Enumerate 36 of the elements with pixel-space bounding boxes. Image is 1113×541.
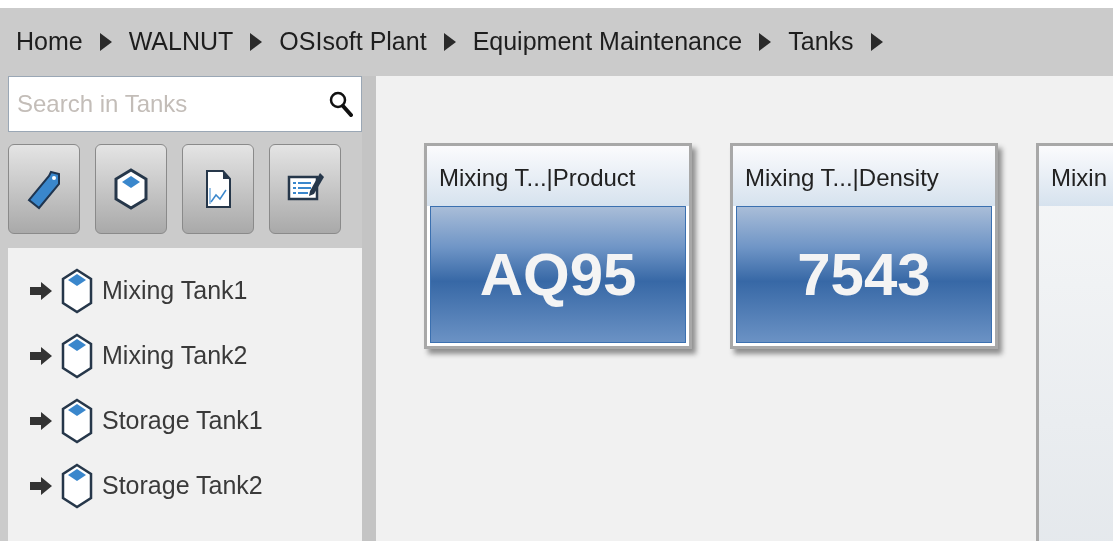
tree-item-label[interactable]: Storage Tank2 bbox=[102, 466, 263, 505]
tile-title: Mixing T...|Product bbox=[427, 146, 689, 206]
tile-title: Mixin bbox=[1039, 146, 1113, 206]
toolbar-button[interactable] bbox=[95, 144, 167, 234]
hexagon-icon bbox=[112, 168, 150, 210]
hexagon-icon bbox=[60, 332, 94, 379]
toolbar-button[interactable] bbox=[269, 144, 341, 234]
tile-value: 7543 bbox=[736, 206, 992, 343]
tree-item-label[interactable]: Mixing Tank2 bbox=[102, 336, 248, 375]
arrow-icon[interactable] bbox=[30, 476, 52, 495]
chevron-icon[interactable] bbox=[869, 33, 884, 51]
toolbar-button[interactable] bbox=[182, 144, 254, 234]
breadcrumb-link[interactable]: Equipment Maintenance bbox=[472, 23, 743, 61]
tree-item-label[interactable]: Mixing Tank1 bbox=[102, 271, 248, 310]
toolbar-button[interactable] bbox=[8, 144, 80, 234]
chevron-icon[interactable] bbox=[442, 33, 457, 51]
chevron-icon[interactable] bbox=[249, 33, 264, 51]
hexagon-icon bbox=[60, 397, 94, 444]
breadcrumb-link[interactable]: Home bbox=[16, 23, 83, 61]
search-box[interactable]: Search in Tanks bbox=[8, 76, 362, 132]
search-field[interactable]: Search in Tanks bbox=[15, 85, 329, 123]
hexagon-icon bbox=[60, 267, 94, 314]
breadcrumb-link[interactable]: WALNUT bbox=[128, 23, 234, 61]
arrow-icon[interactable] bbox=[30, 411, 52, 430]
arrow-icon[interactable] bbox=[30, 281, 52, 300]
tile-value: AQ95 bbox=[430, 206, 686, 343]
search-icon bbox=[329, 91, 353, 117]
chevron-icon[interactable] bbox=[758, 33, 773, 51]
tag-icon bbox=[25, 168, 63, 210]
arrow-icon[interactable] bbox=[30, 346, 52, 365]
tree-item-label[interactable]: Storage Tank1 bbox=[102, 401, 263, 440]
breadcrumb-link[interactable]: Tanks bbox=[788, 23, 854, 61]
chevron-icon[interactable] bbox=[98, 33, 113, 51]
tile-title: Mixing T...|Density bbox=[733, 146, 995, 206]
hexagon-icon bbox=[60, 462, 94, 509]
breadcrumb-link[interactable]: OSIsoft Plant bbox=[279, 23, 427, 61]
